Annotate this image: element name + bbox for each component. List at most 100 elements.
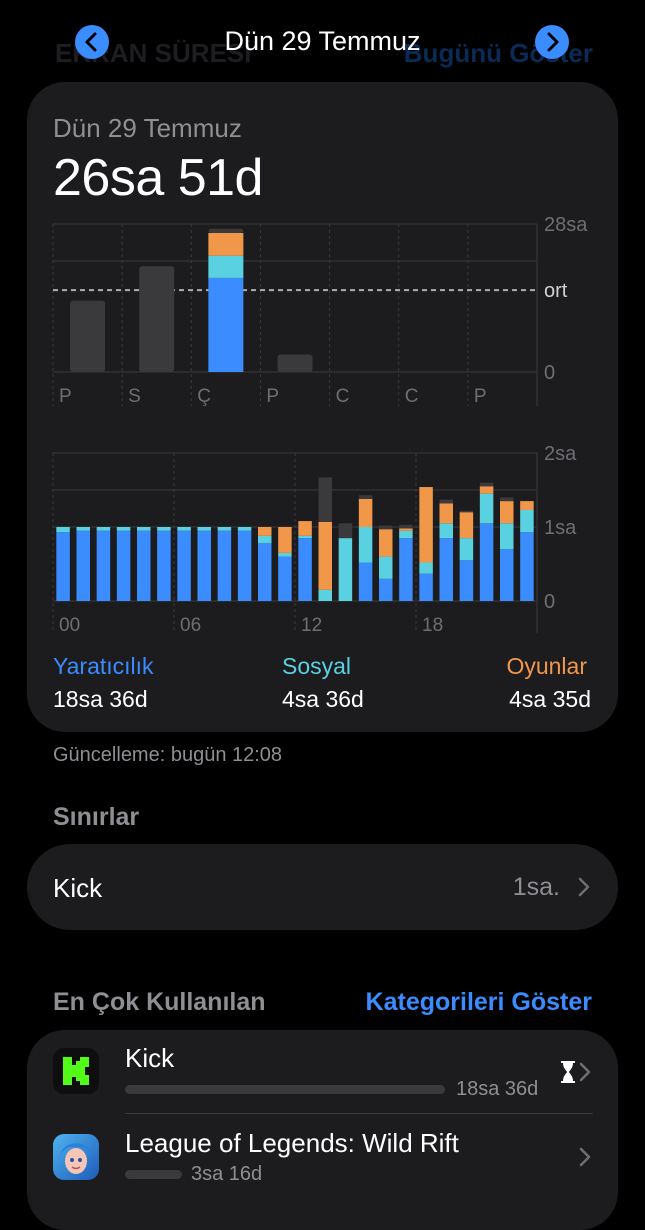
app-name-wild-rift: League of Legends: Wild Rift <box>125 1128 459 1158</box>
hourly-bar-segment <box>379 529 393 557</box>
hourly-bar-segment <box>379 525 393 530</box>
hourly-bar-segment <box>217 530 232 601</box>
category-social-value: 4sa 36d <box>282 686 364 712</box>
hourly-bar-segment <box>479 482 494 487</box>
total-screen-time: 26sa 51d <box>53 149 263 207</box>
wild-rift-app-icon <box>53 1134 99 1180</box>
y-tick-label: 0 <box>544 362 555 384</box>
show-categories-link[interactable]: Kategorileri Göster <box>366 988 592 1017</box>
hourly-bar-segment <box>197 527 211 531</box>
weekly-bar-segment <box>139 266 175 372</box>
hourly-bar-segment <box>379 556 393 579</box>
last-updated-text: Güncelleme: bugün 12:08 <box>53 744 283 766</box>
hourly-bar-segment <box>318 589 332 601</box>
summary-date: Dün 29 Temmuz <box>53 113 242 143</box>
y-tick-label: ort <box>544 280 568 302</box>
category-creativity-value: 18sa 36d <box>53 686 148 712</box>
usage-time-wild-rift: 3sa 16d <box>191 1163 263 1185</box>
x-tick-label: 18 <box>422 615 443 636</box>
hourly-bar-segment <box>479 523 494 601</box>
x-tick-label: 00 <box>59 615 80 636</box>
hourly-bar-segment <box>459 510 474 513</box>
hourly-bar-segment <box>520 501 534 510</box>
x-tick-label: P <box>474 386 487 407</box>
hourly-bar-segment <box>96 527 111 531</box>
hourly-bar-segment <box>358 498 373 527</box>
hourly-bar-segment <box>459 560 474 601</box>
weekly-bar-segment <box>208 277 244 372</box>
category-games-label: Oyunlar <box>506 653 587 679</box>
hourly-bar-segment <box>479 486 494 494</box>
hourly-bar-segment <box>338 523 353 539</box>
x-tick-label: C <box>405 386 419 407</box>
hourly-bar-segment <box>500 501 514 524</box>
hourly-bar-segment <box>358 495 373 499</box>
hourly-bar-segment <box>298 535 312 539</box>
chevron-right-icon <box>547 32 559 52</box>
hourly-bar-segment <box>177 527 191 531</box>
hourly-bar-segment <box>399 528 413 531</box>
hourly-bar-segment <box>459 512 474 539</box>
y-tick-label: 28sa <box>544 214 588 236</box>
y-tick-label: 1sa <box>544 517 577 539</box>
hourly-bar-segment <box>217 527 232 531</box>
x-tick-label: P <box>266 386 279 407</box>
kick-app-icon <box>53 1048 99 1094</box>
x-tick-label: Ç <box>197 386 211 407</box>
weekly-bar-segment <box>208 255 244 278</box>
hourly-bar-segment <box>157 530 171 601</box>
chevron-right-icon <box>579 1147 591 1167</box>
hourly-bar-segment <box>76 530 90 601</box>
category-social-label: Sosyal <box>282 653 352 679</box>
list-divider <box>125 1113 593 1114</box>
hourly-bar-segment <box>278 556 292 601</box>
category-games-value: 4sa 35d <box>509 686 591 712</box>
hourly-bar-segment <box>116 530 131 601</box>
category-creativity-label: Yaratıcılık <box>53 653 154 679</box>
weekly-bar-segment <box>208 232 244 256</box>
hourly-bar-segment <box>318 521 332 590</box>
hourly-bar-segment <box>459 538 474 561</box>
next-day-button[interactable] <box>535 25 569 59</box>
hourly-bar-segment <box>237 530 252 601</box>
hourly-bar-segment <box>479 493 494 524</box>
hourly-bar-segment <box>278 552 292 557</box>
app-name-kick: Kick <box>125 1043 175 1073</box>
hourly-bar-segment <box>96 530 111 601</box>
hourglass-icon <box>561 1061 575 1083</box>
x-tick-label: 12 <box>301 615 322 636</box>
hourly-bar-segment <box>500 497 514 502</box>
hourly-bar-segment <box>318 477 332 522</box>
hourly-bar-segment <box>278 527 292 553</box>
hourly-bar-segment <box>157 527 171 531</box>
x-tick-label: P <box>59 386 72 407</box>
hourly-bar-segment <box>137 527 151 531</box>
hourly-bar-segment <box>379 578 393 601</box>
hourly-bar-segment <box>399 538 413 601</box>
hourly-bar-segment <box>358 562 373 601</box>
usage-time-kick: 18sa 36d <box>456 1078 539 1100</box>
hourly-bar-segment <box>439 499 453 504</box>
hourly-bar-segment <box>399 524 413 529</box>
hourly-bar-segment <box>258 527 272 536</box>
hourly-bar-segment <box>237 527 252 531</box>
hourly-bar-segment <box>500 549 514 601</box>
usage-bar-kick <box>125 1085 445 1094</box>
hourly-bar-segment <box>76 527 90 531</box>
weekly-usage-chart: P S Ç P C C P 28sa ort 0 <box>52 214 588 407</box>
weekly-bar-segment <box>277 354 313 372</box>
x-tick-label: C <box>336 386 350 407</box>
y-tick-label: 0 <box>544 591 555 613</box>
hourly-bar-segment <box>258 543 272 601</box>
weekly-bar-segment <box>70 300 106 372</box>
limit-value: 1sa. <box>512 873 560 901</box>
y-tick-label: 2sa <box>544 443 577 465</box>
hourly-bar-segment <box>258 535 272 544</box>
usage-bar-wild-rift <box>125 1170 182 1179</box>
hourly-bar-segment <box>56 527 70 533</box>
chevron-right-icon <box>579 1062 591 1082</box>
hourly-bar-segment <box>197 530 211 601</box>
hourly-bar-segment <box>520 509 534 533</box>
limits-heading: Sınırlar <box>53 803 140 831</box>
hourly-bar-segment <box>298 521 312 536</box>
